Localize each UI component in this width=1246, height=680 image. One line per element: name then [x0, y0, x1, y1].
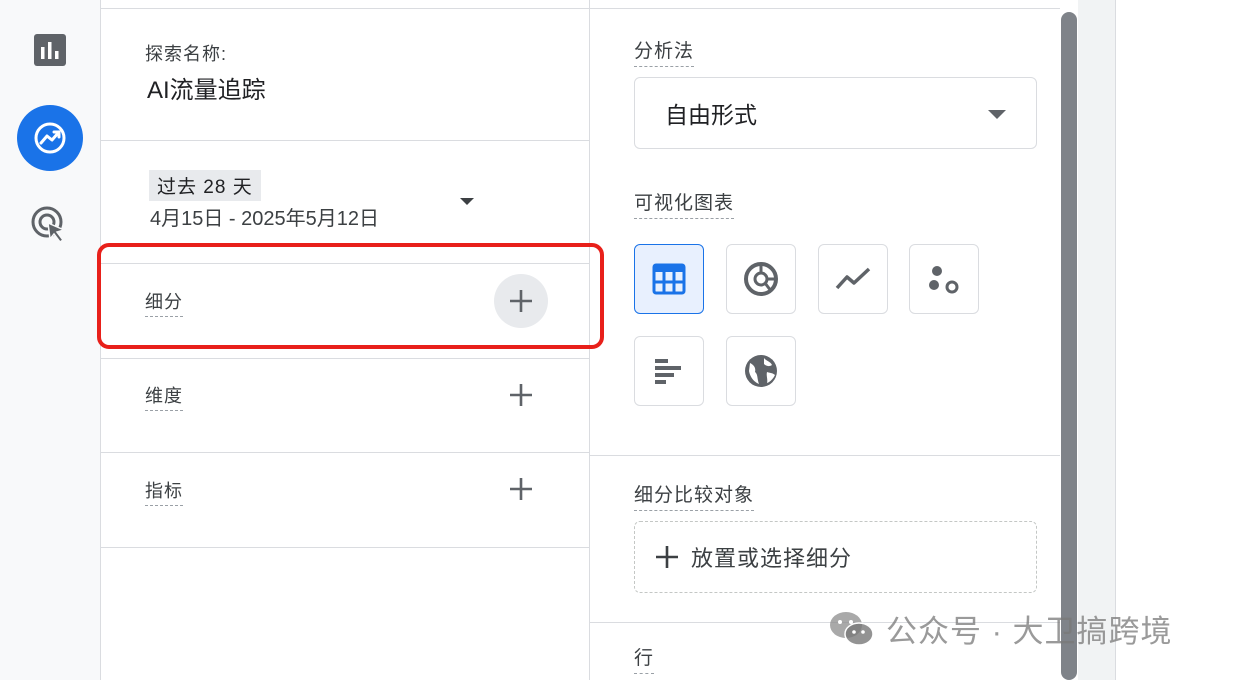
divider [101, 358, 589, 359]
advertising-cursor-icon [31, 206, 67, 244]
geo-map-icon [745, 355, 777, 387]
advertising-nav-button[interactable] [17, 192, 83, 258]
metrics-label: 指标 [145, 477, 183, 506]
canvas-area [1116, 0, 1246, 680]
technique-value: 自由形式 [665, 102, 757, 128]
reports-nav-button[interactable] [17, 17, 83, 83]
dimensions-label: 维度 [145, 382, 183, 411]
watermark: 公众号 · 大卫搞跨境 [828, 606, 1173, 651]
viz-bar-button[interactable] [634, 336, 704, 406]
bar-chart-icon [34, 34, 66, 66]
scrollbar-thumb[interactable] [1061, 12, 1077, 680]
segment-compare-label: 细分比较对象 [634, 480, 755, 511]
bar-chart-horizontal-icon [655, 359, 681, 384]
technique-label: 分析法 [634, 36, 695, 67]
divider [590, 455, 1060, 456]
viz-table-button[interactable] [634, 244, 704, 314]
add-metric-button[interactable] [494, 462, 548, 516]
explore-name-input[interactable]: AI流量追踪 [147, 70, 266, 105]
left-nav-rail [0, 0, 100, 680]
wechat-icon [830, 611, 874, 646]
segment-compare-dropzone[interactable]: 放置或选择细分 [634, 521, 1037, 593]
viz-line-button[interactable] [818, 244, 888, 314]
donut-chart-icon [744, 262, 778, 296]
date-preset-chip: 过去 28 天 [149, 170, 261, 201]
plus-icon [510, 478, 532, 500]
segment-drop-text: 放置或选择细分 [691, 546, 853, 571]
date-range-text: 4月15日 - 2025年5月12日 [150, 208, 380, 230]
caret-down-icon [988, 110, 1006, 119]
explore-nav-button[interactable] [17, 105, 83, 171]
table-icon [652, 263, 686, 295]
visualization-label: 可视化图表 [634, 188, 735, 219]
add-dimension-button[interactable] [494, 368, 548, 422]
caret-down-icon [460, 198, 474, 205]
divider [101, 452, 589, 453]
plus-icon [656, 546, 678, 568]
rows-label: 行 [634, 643, 655, 674]
line-chart-icon [835, 267, 871, 290]
right-gutter [1078, 0, 1116, 680]
dimensions-section: 维度 [145, 382, 183, 411]
viz-donut-button[interactable] [726, 244, 796, 314]
divider [590, 8, 1060, 9]
metrics-section: 指标 [145, 477, 183, 506]
watermark-text: 公众号 · 大卫搞跨境 [886, 614, 1173, 649]
viz-scatter-button[interactable] [909, 244, 979, 314]
annotation-highlight-box [97, 243, 604, 349]
divider [101, 140, 589, 141]
explore-trend-icon [34, 122, 66, 154]
viz-geo-button[interactable] [726, 336, 796, 406]
ga4-exploration-editor: 探索名称: AI流量追踪 过去 28 天 4月15日 - 2025年5月12日 … [0, 0, 1246, 680]
explore-name-label: 探索名称: [145, 44, 228, 64]
plus-icon [510, 384, 532, 406]
divider [101, 547, 589, 548]
scatter-icon [929, 266, 959, 294]
tab-settings-panel: 分析法 自由形式 可视化图表 细分比较对象 放置或选择细分 行 [590, 0, 1060, 680]
technique-select[interactable]: 自由形式 [634, 77, 1037, 149]
divider [101, 8, 589, 9]
